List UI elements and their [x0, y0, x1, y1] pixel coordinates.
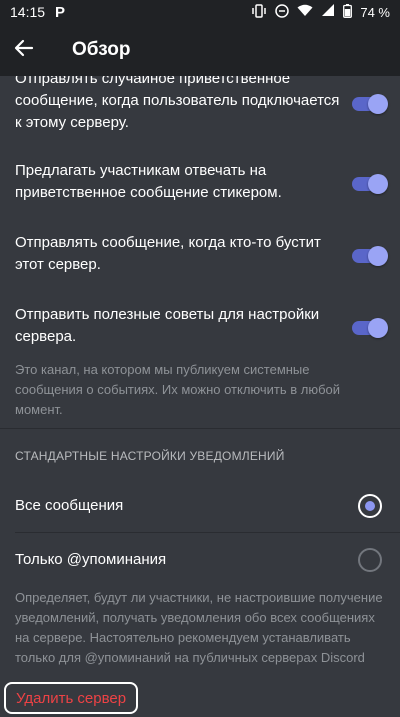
radio-row-mentions-only[interactable]: Только @упоминания	[0, 534, 400, 586]
page-title: Обзор	[72, 39, 131, 60]
setting-label: Отправить полезные советы для настройки …	[15, 306, 320, 345]
toggle-thumb	[368, 94, 388, 114]
radio-dot	[365, 501, 375, 511]
system-channel-help: Это канал, на котором мы публикуем систе…	[15, 362, 341, 417]
toggle-thumb	[368, 318, 388, 338]
vibrate-icon	[251, 3, 267, 21]
arrow-left-icon	[14, 38, 34, 63]
radio-label: Все сообщения	[15, 497, 124, 514]
notifications-help: Определяет, будут ли участники, не настр…	[15, 590, 383, 665]
setting-row-boost-message[interactable]: Отправлять сообщение, когда кто-то бусти…	[0, 232, 400, 276]
status-time: 14:15	[10, 4, 46, 20]
toggle-sticker-reply[interactable]	[352, 172, 388, 194]
toggle-setup-tips[interactable]	[352, 316, 388, 338]
back-button[interactable]	[0, 24, 48, 76]
radio-row-all-messages[interactable]: Все сообщения	[0, 480, 400, 532]
section-header-notifications: СТАНДАРТНЫЕ НАСТРОЙКИ УВЕДОМЛЕНИЙ	[15, 449, 285, 463]
radio-label: Только @упоминания	[15, 551, 167, 568]
battery-percent: 74 %	[360, 4, 390, 20]
toggle-boost-message[interactable]	[352, 244, 388, 266]
status-bar: 14:15 P 74 %	[0, 0, 400, 24]
setting-row-sticker-reply[interactable]: Предлагать участникам отвечать на привет…	[0, 160, 400, 204]
toggle-thumb	[368, 174, 388, 194]
radio-all-messages[interactable]	[358, 494, 382, 518]
option-divider	[15, 532, 400, 533]
radio-mentions-only[interactable]	[358, 548, 382, 572]
signal-icon	[321, 4, 335, 20]
toolbar: Обзор	[0, 24, 400, 76]
toggle-thumb	[368, 246, 388, 266]
battery-icon	[343, 3, 353, 21]
toggle-random-welcome[interactable]	[352, 92, 388, 114]
settings-content[interactable]: Отправлять случайное приветственное сооб…	[0, 76, 400, 717]
setting-label: Отправлять сообщение, когда кто-то бусти…	[15, 234, 321, 273]
dnd-icon	[275, 3, 290, 21]
wifi-icon	[297, 4, 313, 20]
setting-row-setup-tips[interactable]: Отправить полезные советы для настройки …	[0, 304, 400, 348]
setting-label: Отправлять случайное приветственное сооб…	[15, 76, 340, 131]
delete-server-button[interactable]: Удалить сервер	[4, 682, 139, 714]
setting-label: Предлагать участникам отвечать на привет…	[15, 162, 282, 201]
app-notification-icon: P	[55, 3, 66, 21]
setting-row-random-welcome[interactable]: Отправлять случайное приветственное сооб…	[0, 76, 400, 134]
section-divider	[0, 428, 400, 429]
